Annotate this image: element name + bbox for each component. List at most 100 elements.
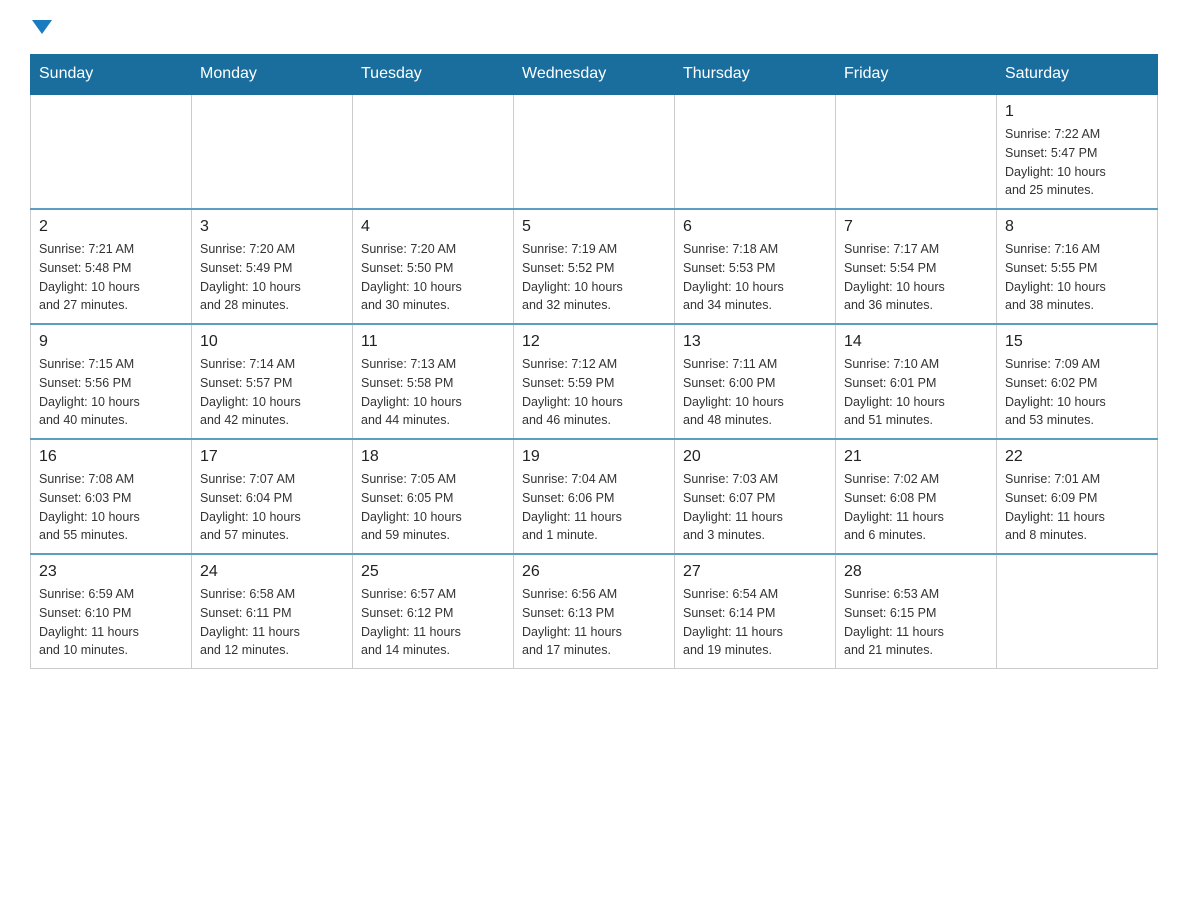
day-info: Sunrise: 6:58 AM Sunset: 6:11 PM Dayligh… (200, 585, 344, 660)
day-number: 14 (844, 333, 988, 351)
calendar-cell: 20 Sunrise: 7:03 AM Sunset: 6:07 PM Dayli… (675, 439, 836, 554)
calendar-cell (675, 94, 836, 209)
calendar-cell: 2 Sunrise: 7:21 AM Sunset: 5:48 PM Daylig… (31, 209, 192, 324)
calendar-cell (192, 94, 353, 209)
day-info: Sunrise: 7:20 AM Sunset: 5:50 PM Dayligh… (361, 240, 505, 315)
day-info: Sunrise: 7:02 AM Sunset: 6:08 PM Dayligh… (844, 470, 988, 545)
calendar-cell (997, 554, 1158, 669)
week-row-3: 9 Sunrise: 7:15 AM Sunset: 5:56 PM Daylig… (31, 324, 1158, 439)
calendar-table: SundayMondayTuesdayWednesdayThursdayFrid… (30, 54, 1158, 669)
day-info: Sunrise: 6:59 AM Sunset: 6:10 PM Dayligh… (39, 585, 183, 660)
week-row-5: 23 Sunrise: 6:59 AM Sunset: 6:10 PM Dayli… (31, 554, 1158, 669)
week-row-2: 2 Sunrise: 7:21 AM Sunset: 5:48 PM Daylig… (31, 209, 1158, 324)
day-info: Sunrise: 6:56 AM Sunset: 6:13 PM Dayligh… (522, 585, 666, 660)
day-info: Sunrise: 7:21 AM Sunset: 5:48 PM Dayligh… (39, 240, 183, 315)
day-number: 6 (683, 218, 827, 236)
day-info: Sunrise: 7:13 AM Sunset: 5:58 PM Dayligh… (361, 355, 505, 430)
day-number: 11 (361, 333, 505, 351)
day-number: 28 (844, 563, 988, 581)
weekday-header-wednesday: Wednesday (514, 55, 675, 95)
day-number: 9 (39, 333, 183, 351)
day-number: 17 (200, 448, 344, 466)
day-info: Sunrise: 6:53 AM Sunset: 6:15 PM Dayligh… (844, 585, 988, 660)
calendar-cell: 18 Sunrise: 7:05 AM Sunset: 6:05 PM Dayli… (353, 439, 514, 554)
day-number: 2 (39, 218, 183, 236)
calendar-cell: 26Sunrise: 6:56 AM Sunset: 6:13 PM Dayli… (514, 554, 675, 669)
day-number: 1 (1005, 103, 1149, 121)
calendar-cell: 6 Sunrise: 7:18 AM Sunset: 5:53 PM Daylig… (675, 209, 836, 324)
page-header (30, 20, 1158, 34)
day-info: Sunrise: 7:18 AM Sunset: 5:53 PM Dayligh… (683, 240, 827, 315)
calendar-cell: 9 Sunrise: 7:15 AM Sunset: 5:56 PM Daylig… (31, 324, 192, 439)
calendar-cell: 12 Sunrise: 7:12 AM Sunset: 5:59 PM Dayli… (514, 324, 675, 439)
logo-triangle-icon (32, 20, 52, 34)
logo (30, 20, 52, 34)
calendar-cell: 24 Sunrise: 6:58 AM Sunset: 6:11 PM Dayli… (192, 554, 353, 669)
day-number: 4 (361, 218, 505, 236)
weekday-header-friday: Friday (836, 55, 997, 95)
day-info: Sunrise: 7:03 AM Sunset: 6:07 PM Dayligh… (683, 470, 827, 545)
calendar-cell: 28 Sunrise: 6:53 AM Sunset: 6:15 PM Dayli… (836, 554, 997, 669)
day-info: Sunrise: 7:09 AM Sunset: 6:02 PM Dayligh… (1005, 355, 1149, 430)
day-number: 8 (1005, 218, 1149, 236)
day-number: 21 (844, 448, 988, 466)
weekday-header-tuesday: Tuesday (353, 55, 514, 95)
day-info: Sunrise: 7:19 AM Sunset: 5:52 PM Dayligh… (522, 240, 666, 315)
day-info: Sunrise: 7:20 AM Sunset: 5:49 PM Dayligh… (200, 240, 344, 315)
day-info: Sunrise: 7:15 AM Sunset: 5:56 PM Dayligh… (39, 355, 183, 430)
day-number: 18 (361, 448, 505, 466)
calendar-cell (514, 94, 675, 209)
day-info: Sunrise: 7:04 AM Sunset: 6:06 PM Dayligh… (522, 470, 666, 545)
calendar-cell: 15 Sunrise: 7:09 AM Sunset: 6:02 PM Dayli… (997, 324, 1158, 439)
calendar-cell: 10 Sunrise: 7:14 AM Sunset: 5:57 PM Dayli… (192, 324, 353, 439)
calendar-cell: 8 Sunrise: 7:16 AM Sunset: 5:55 PM Daylig… (997, 209, 1158, 324)
day-number: 13 (683, 333, 827, 351)
day-number: 10 (200, 333, 344, 351)
week-row-1: 1 Sunrise: 7:22 AM Sunset: 5:47 PM Daylig… (31, 94, 1158, 209)
day-number: 7 (844, 218, 988, 236)
day-info: Sunrise: 6:54 AM Sunset: 6:14 PM Dayligh… (683, 585, 827, 660)
day-number: 24 (200, 563, 344, 581)
day-number: 22 (1005, 448, 1149, 466)
day-number: 3 (200, 218, 344, 236)
calendar-cell: 16Sunrise: 7:08 AM Sunset: 6:03 PM Dayli… (31, 439, 192, 554)
day-info: Sunrise: 7:16 AM Sunset: 5:55 PM Dayligh… (1005, 240, 1149, 315)
day-number: 27 (683, 563, 827, 581)
day-number: 5 (522, 218, 666, 236)
calendar-cell: 11 Sunrise: 7:13 AM Sunset: 5:58 PM Dayli… (353, 324, 514, 439)
day-info: Sunrise: 7:17 AM Sunset: 5:54 PM Dayligh… (844, 240, 988, 315)
calendar-cell: 23 Sunrise: 6:59 AM Sunset: 6:10 PM Dayli… (31, 554, 192, 669)
day-info: Sunrise: 7:14 AM Sunset: 5:57 PM Dayligh… (200, 355, 344, 430)
weekday-header-saturday: Saturday (997, 55, 1158, 95)
calendar-cell: 22 Sunrise: 7:01 AM Sunset: 6:09 PM Dayli… (997, 439, 1158, 554)
calendar-cell: 21 Sunrise: 7:02 AM Sunset: 6:08 PM Dayli… (836, 439, 997, 554)
day-number: 25 (361, 563, 505, 581)
day-number: 23 (39, 563, 183, 581)
weekday-header-sunday: Sunday (31, 55, 192, 95)
weekday-header-monday: Monday (192, 55, 353, 95)
week-row-4: 16Sunrise: 7:08 AM Sunset: 6:03 PM Dayli… (31, 439, 1158, 554)
day-info: Sunrise: 7:11 AM Sunset: 6:00 PM Dayligh… (683, 355, 827, 430)
calendar-cell (353, 94, 514, 209)
day-info: Sunrise: 7:10 AM Sunset: 6:01 PM Dayligh… (844, 355, 988, 430)
day-number: 12 (522, 333, 666, 351)
day-number: 20 (683, 448, 827, 466)
day-info: Sunrise: 7:22 AM Sunset: 5:47 PM Dayligh… (1005, 125, 1149, 200)
day-info: Sunrise: 7:01 AM Sunset: 6:09 PM Dayligh… (1005, 470, 1149, 545)
day-number: 15 (1005, 333, 1149, 351)
calendar-cell: 5 Sunrise: 7:19 AM Sunset: 5:52 PM Daylig… (514, 209, 675, 324)
calendar-cell: 13 Sunrise: 7:11 AM Sunset: 6:00 PM Dayli… (675, 324, 836, 439)
day-info: Sunrise: 7:12 AM Sunset: 5:59 PM Dayligh… (522, 355, 666, 430)
calendar-cell: 14 Sunrise: 7:10 AM Sunset: 6:01 PM Dayli… (836, 324, 997, 439)
day-info: Sunrise: 6:57 AM Sunset: 6:12 PM Dayligh… (361, 585, 505, 660)
calendar-cell: 27 Sunrise: 6:54 AM Sunset: 6:14 PM Dayli… (675, 554, 836, 669)
calendar-cell: 1 Sunrise: 7:22 AM Sunset: 5:47 PM Daylig… (997, 94, 1158, 209)
day-number: 19 (522, 448, 666, 466)
calendar-cell: 3 Sunrise: 7:20 AM Sunset: 5:49 PM Daylig… (192, 209, 353, 324)
weekday-header-thursday: Thursday (675, 55, 836, 95)
day-info: Sunrise: 7:07 AM Sunset: 6:04 PM Dayligh… (200, 470, 344, 545)
day-info: Sunrise: 7:05 AM Sunset: 6:05 PM Dayligh… (361, 470, 505, 545)
calendar-cell: 7 Sunrise: 7:17 AM Sunset: 5:54 PM Daylig… (836, 209, 997, 324)
calendar-cell (836, 94, 997, 209)
day-number: 16 (39, 448, 183, 466)
